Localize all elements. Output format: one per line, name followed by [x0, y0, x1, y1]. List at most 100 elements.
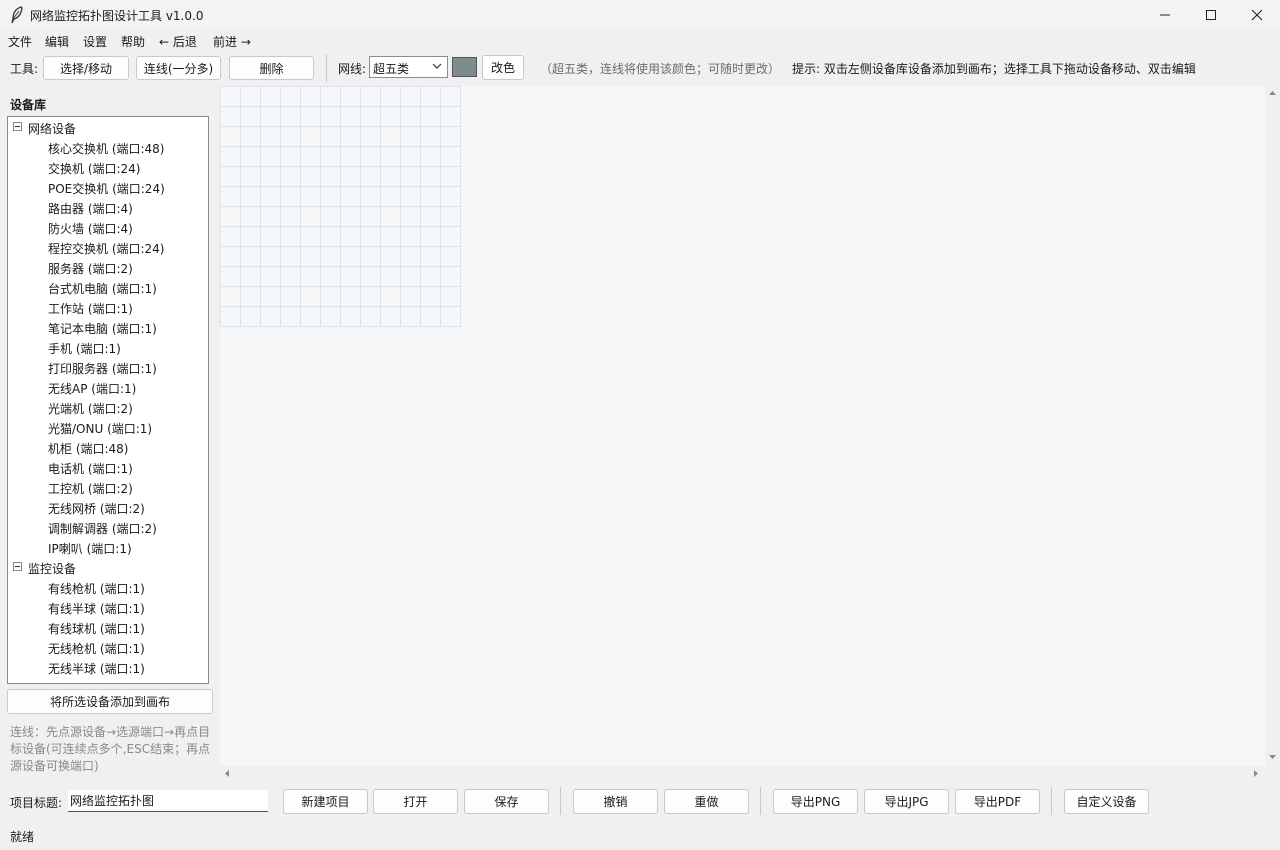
library-title: 设备库 [10, 98, 47, 112]
tree-item-label: 手机 (端口:1) [48, 342, 121, 356]
tree-item[interactable]: 无线AP (端口:1) [8, 377, 208, 397]
scroll-left-icon[interactable] [223, 769, 232, 778]
toolbar-separator [326, 54, 327, 82]
tree-item[interactable]: 有线半球 (端口:1) [8, 597, 208, 617]
tree-item[interactable]: 服务器 (端口:2) [8, 257, 208, 277]
undo-button[interactable]: 撤销 [573, 789, 658, 814]
open-button[interactable]: 打开 [373, 789, 458, 814]
select-move-button[interactable]: 选择/移动 [43, 56, 129, 80]
tree-item[interactable]: 机柜 (端口:48) [8, 437, 208, 457]
cable-type-value: 超五类 [373, 62, 410, 76]
export-jpg-button[interactable]: 导出JPG [864, 789, 949, 814]
tree-item-label: POE交换机 (端口:24) [48, 182, 165, 196]
close-icon [1251, 9, 1263, 21]
tree-item[interactable]: 交换机 (端口:24) [8, 157, 208, 177]
tree-item[interactable]: 台式机电脑 (端口:1) [8, 277, 208, 297]
connect-help-text: 连线：先点源设备→选源端口→再点目标设备(可连续点多个,ESC结束；再点源设备可… [10, 725, 211, 773]
menu-settings[interactable]: 设置 [83, 33, 107, 50]
tree-item[interactable]: 打印服务器 (端口:1) [8, 357, 208, 377]
tree-item[interactable]: 无线枪机 (端口:1) [8, 637, 208, 657]
vertical-scrollbar[interactable] [1265, 86, 1280, 766]
collapse-icon[interactable] [13, 562, 22, 571]
maximize-button[interactable] [1188, 0, 1234, 30]
custom-device-button[interactable]: 自定义设备 [1064, 789, 1149, 814]
tree-item[interactable]: 工作站 (端口:1) [8, 297, 208, 317]
tree-item-label: 光猫/ONU (端口:1) [48, 422, 153, 436]
tree-item-label: 笔记本电脑 (端口:1) [48, 322, 157, 336]
tree-item-label: 有线半球 (端口:1) [48, 602, 145, 616]
tree-item-label: 打印服务器 (端口:1) [48, 362, 157, 376]
tree-item-label: 工作站 (端口:1) [48, 302, 133, 316]
add-to-canvas-button[interactable]: 将所选设备添加到画布 [7, 689, 213, 714]
tree-item-label: 防火墙 (端口:4) [48, 222, 133, 236]
device-tree[interactable]: 网络设备 核心交换机 (端口:48) 交换机 (端口:24) POE交换机 (端口:2… [7, 116, 209, 684]
tree-group-label: 监控设备 [28, 562, 77, 576]
tree-item-label: 无线AP (端口:1) [48, 382, 137, 396]
tree-item-label: 光端机 (端口:2) [48, 402, 133, 416]
collapse-icon[interactable] [13, 122, 22, 131]
menu-file[interactable]: 文件 [8, 33, 32, 50]
tree-item[interactable]: 有线球机 (端口:1) [8, 617, 208, 637]
tree-item[interactable]: 光端机 (端口:2) [8, 397, 208, 417]
connect-button[interactable]: 连线(一分多) [136, 56, 221, 80]
tree-item-label: 机柜 (端口:48) [48, 442, 129, 456]
tree-item-label: 服务器 (端口:2) [48, 262, 133, 276]
tree-item-label: 有线球机 (端口:1) [48, 622, 145, 636]
tree-item-label: 无线枪机 (端口:1) [48, 642, 145, 656]
menu-forward[interactable]: 前进 → [213, 33, 251, 50]
horizontal-scrollbar[interactable] [220, 766, 1265, 781]
export-pdf-button[interactable]: 导出PDF [955, 789, 1040, 814]
tree-item[interactable]: 手机 (端口:1) [8, 337, 208, 357]
feather-icon [11, 6, 23, 24]
tree-item[interactable]: 电话机 (端口:1) [8, 457, 208, 477]
cable-type-select[interactable]: 超五类 [369, 56, 448, 78]
close-button[interactable] [1234, 0, 1280, 30]
tree-item[interactable]: 工控机 (端口:2) [8, 477, 208, 497]
new-project-button[interactable]: 新建项目 [283, 789, 368, 814]
tree-item-label: 无线网桥 (端口:2) [48, 502, 145, 516]
recolor-button[interactable]: 改色 [482, 55, 524, 80]
tree-item[interactable]: 有线枪机 (端口:1) [8, 577, 208, 597]
export-png-button[interactable]: 导出PNG [773, 789, 858, 814]
cable-color-swatch[interactable] [452, 57, 477, 77]
scroll-right-icon[interactable] [1251, 769, 1260, 778]
tree-group[interactable]: 网络设备 [8, 117, 208, 137]
tree-item-label: 无线半球 (端口:1) [48, 662, 145, 676]
delete-button[interactable]: 删除 [229, 56, 314, 80]
bottom-separator [560, 787, 561, 815]
tree-item[interactable]: 无线网桥 (端口:2) [8, 497, 208, 517]
tree-item[interactable]: 光猫/ONU (端口:1) [8, 417, 208, 437]
project-title-label: 项目标题: [10, 796, 63, 810]
tree-item[interactable]: 防火墙 (端口:4) [8, 217, 208, 237]
tree-item[interactable]: 核心交换机 (端口:48) [8, 137, 208, 157]
menu-edit[interactable]: 编辑 [45, 33, 69, 50]
tree-item-label: 调制解调器 (端口:2) [48, 522, 157, 536]
tree-item-label: 有线枪机 (端口:1) [48, 582, 145, 596]
save-button[interactable]: 保存 [464, 789, 549, 814]
tree-item[interactable]: 无线半球 (端口:1) [8, 657, 208, 677]
canvas-grid [220, 86, 461, 327]
menu-back[interactable]: ← 后退 [159, 33, 197, 50]
minimize-icon [1160, 14, 1170, 16]
scroll-down-icon[interactable] [1268, 752, 1277, 761]
tree-item-label: 路由器 (端口:4) [48, 202, 133, 216]
tool-label: 工具: [10, 62, 39, 76]
cable-label: 网线: [338, 62, 367, 76]
tree-item[interactable]: 路由器 (端口:4) [8, 197, 208, 217]
tree-item[interactable]: 调制解调器 (端口:2) [8, 517, 208, 537]
tree-group[interactable]: 监控设备 [8, 557, 208, 577]
tree-item[interactable]: IP喇叭 (端口:1) [8, 537, 208, 557]
topology-canvas[interactable] [220, 86, 1265, 766]
cable-note: （超五类，连线将使用该颜色；可随时更改） [540, 62, 781, 76]
minimize-button[interactable] [1142, 0, 1188, 30]
bottom-separator [760, 787, 761, 815]
tree-item-label: 交换机 (端口:24) [48, 162, 141, 176]
menu-help[interactable]: 帮助 [121, 33, 145, 50]
scroll-up-icon[interactable] [1268, 89, 1277, 98]
chevron-down-icon [432, 63, 442, 69]
tree-item[interactable]: 笔记本电脑 (端口:1) [8, 317, 208, 337]
tree-item[interactable]: POE交换机 (端口:24) [8, 177, 208, 197]
redo-button[interactable]: 重做 [664, 789, 749, 814]
project-title-input[interactable] [68, 790, 268, 812]
tree-item[interactable]: 程控交换机 (端口:24) [8, 237, 208, 257]
